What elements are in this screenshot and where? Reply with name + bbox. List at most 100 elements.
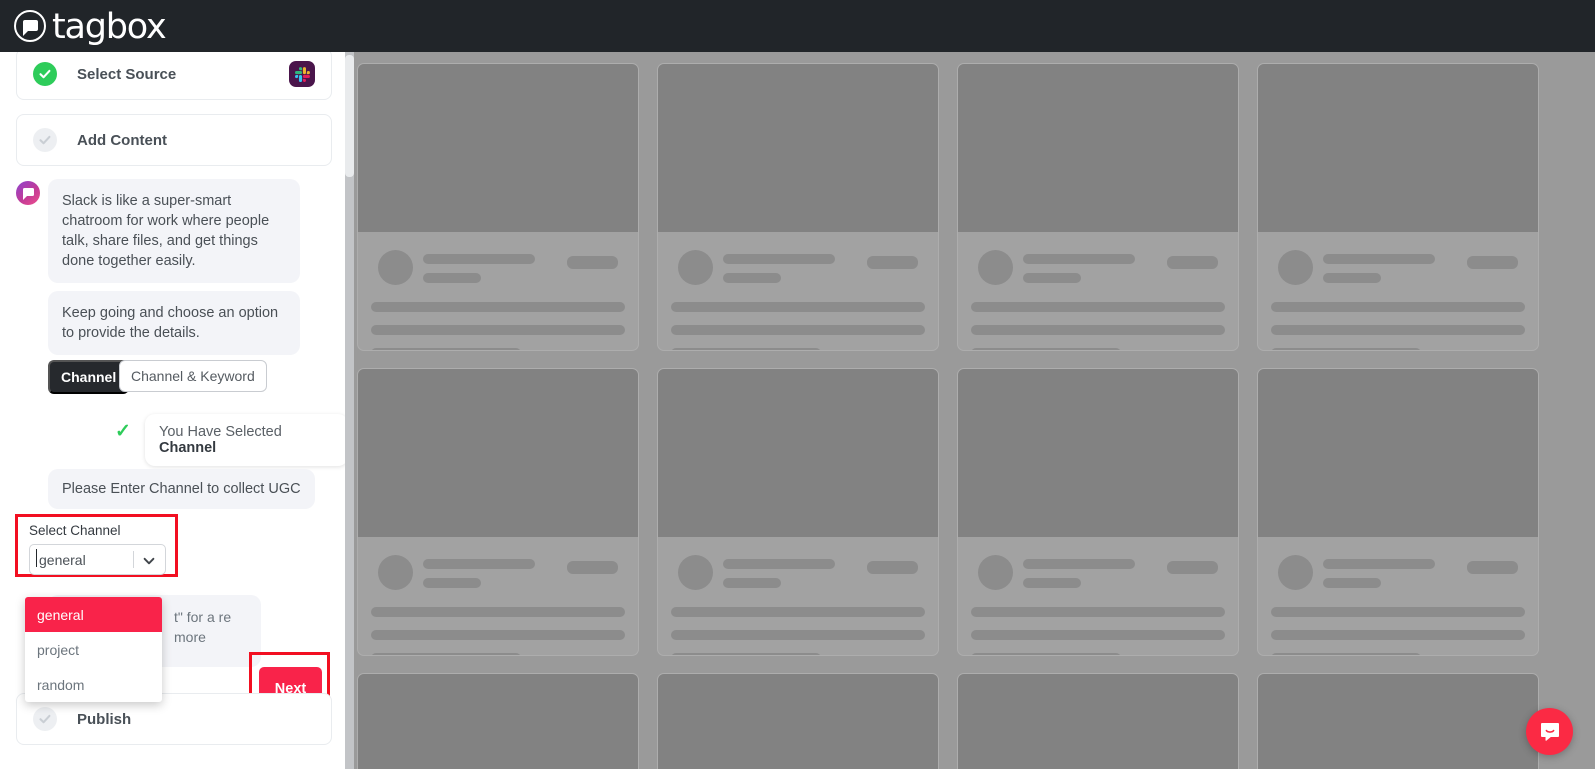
divider: [133, 551, 134, 568]
skeleton-l1: [1323, 254, 1435, 264]
skeleton-p2: [671, 630, 925, 640]
chat-message-confirmation: You Have Selected Channel: [145, 414, 348, 466]
skeleton-img: [958, 64, 1238, 232]
chat-message-prompt: Keep going and choose an option to provi…: [48, 291, 300, 355]
step-label: Add Content: [77, 131, 167, 149]
select-channel-value: general: [36, 548, 86, 568]
skeleton-card: [357, 673, 639, 769]
skeleton-p3: [971, 348, 1121, 350]
skeleton-p1: [371, 607, 625, 617]
dropdown-option-general[interactable]: general: [25, 597, 162, 632]
skeleton-p1: [1271, 607, 1525, 617]
brand-name: tagbox: [52, 6, 167, 47]
skeleton-p1: [671, 607, 925, 617]
skeleton-p3: [1271, 348, 1421, 350]
skeleton-card: [357, 368, 639, 656]
skeleton-l1: [723, 254, 835, 264]
skeleton-avatar: [378, 250, 413, 285]
step-label: Select Source: [77, 65, 177, 83]
dropdown-option-project[interactable]: project: [25, 632, 162, 667]
skeleton-tag: [867, 561, 918, 574]
skeleton-img: [358, 674, 638, 769]
tagbox-speech-logo-icon: [14, 10, 46, 42]
ai-assistant-avatar-icon: [16, 181, 40, 205]
sidebar-item-add-content[interactable]: Add Content: [16, 114, 332, 166]
skeleton-p1: [671, 302, 925, 312]
skeleton-p2: [371, 630, 625, 640]
skeleton-img: [658, 674, 938, 769]
skeleton-card: [957, 63, 1239, 351]
chat-message-intro: Slack is like a super-smart chatroom for…: [48, 179, 300, 283]
skeleton-l1: [423, 559, 535, 569]
skeleton-card: [1257, 63, 1539, 351]
skeleton-avatar: [1278, 555, 1313, 590]
skeleton-avatar: [378, 555, 413, 590]
skeleton-tag: [1167, 256, 1218, 269]
skeleton-avatar: [978, 555, 1013, 590]
skeleton-l2: [723, 273, 781, 283]
skeleton-p2: [671, 325, 925, 335]
skeleton-p3: [671, 653, 821, 655]
skeleton-p1: [971, 302, 1225, 312]
top-bar: tagbox: [0, 0, 1595, 52]
option-button-channel-keyword[interactable]: Channel & Keyword: [119, 360, 267, 392]
skeleton-l1: [423, 254, 535, 264]
confirmation-bold: Channel: [159, 440, 217, 456]
skeleton-img: [658, 64, 938, 232]
skeleton-p2: [1271, 325, 1525, 335]
skeleton-tag: [1467, 561, 1518, 574]
skeleton-tag: [567, 561, 618, 574]
skeleton-l2: [1023, 578, 1081, 588]
skeleton-p2: [971, 630, 1225, 640]
sidebar-scrollbar-thumb[interactable]: [345, 55, 354, 177]
sidebar-item-select-source[interactable]: Select Source: [16, 52, 332, 100]
skeleton-tag: [867, 256, 918, 269]
chevron-down-icon[interactable]: [142, 554, 156, 573]
skeleton-l1: [1323, 559, 1435, 569]
option-button-channel[interactable]: Channel: [48, 360, 130, 394]
skeleton-card: [657, 673, 939, 769]
step-label: Publish: [77, 710, 132, 728]
skeleton-p3: [671, 348, 821, 350]
chat-message-enter-channel: Please Enter Channel to collect UGC: [48, 469, 315, 509]
skeleton-p3: [971, 653, 1121, 655]
dropdown-option-random[interactable]: random: [25, 667, 162, 702]
skeleton-card: [957, 368, 1239, 656]
skeleton-tag: [1467, 256, 1518, 269]
check-icon: ✓: [115, 421, 131, 442]
skeleton-card: [957, 673, 1239, 769]
wizard-sidebar: Select Source Add Content Slack is like …: [0, 52, 348, 769]
skeleton-p2: [971, 325, 1225, 335]
select-channel-group: Select Channel general: [15, 514, 178, 577]
support-chat-button[interactable]: [1526, 708, 1573, 755]
skeleton-img: [358, 64, 638, 232]
skeleton-p3: [1271, 653, 1421, 655]
skeleton-l1: [1023, 254, 1135, 264]
skeleton-avatar: [978, 250, 1013, 285]
skeleton-avatar: [678, 250, 713, 285]
select-channel-label: Select Channel: [29, 523, 121, 538]
skeleton-l1: [723, 559, 835, 569]
select-channel-input[interactable]: general: [29, 544, 166, 575]
intercom-chat-icon: [1540, 722, 1559, 741]
skeleton-l2: [723, 578, 781, 588]
skeleton-l2: [1323, 273, 1381, 283]
skeleton-avatar: [678, 555, 713, 590]
skeleton-img: [1258, 64, 1538, 232]
check-circle-muted-icon: [33, 707, 57, 731]
skeleton-p1: [371, 302, 625, 312]
skeleton-p1: [1271, 302, 1525, 312]
skeleton-p3: [371, 653, 521, 655]
check-circle-icon: [33, 62, 57, 86]
skeleton-card: [357, 63, 639, 351]
skeleton-l2: [423, 578, 481, 588]
skeleton-card: [657, 368, 939, 656]
skeleton-l2: [1323, 578, 1381, 588]
brand-logo[interactable]: tagbox: [14, 6, 167, 47]
select-channel-dropdown[interactable]: general project random: [25, 597, 162, 702]
skeleton-card: [1257, 368, 1539, 656]
skeleton-p2: [1271, 630, 1525, 640]
skeleton-img: [658, 369, 938, 537]
skeleton-img: [958, 369, 1238, 537]
skeleton-l2: [423, 273, 481, 283]
